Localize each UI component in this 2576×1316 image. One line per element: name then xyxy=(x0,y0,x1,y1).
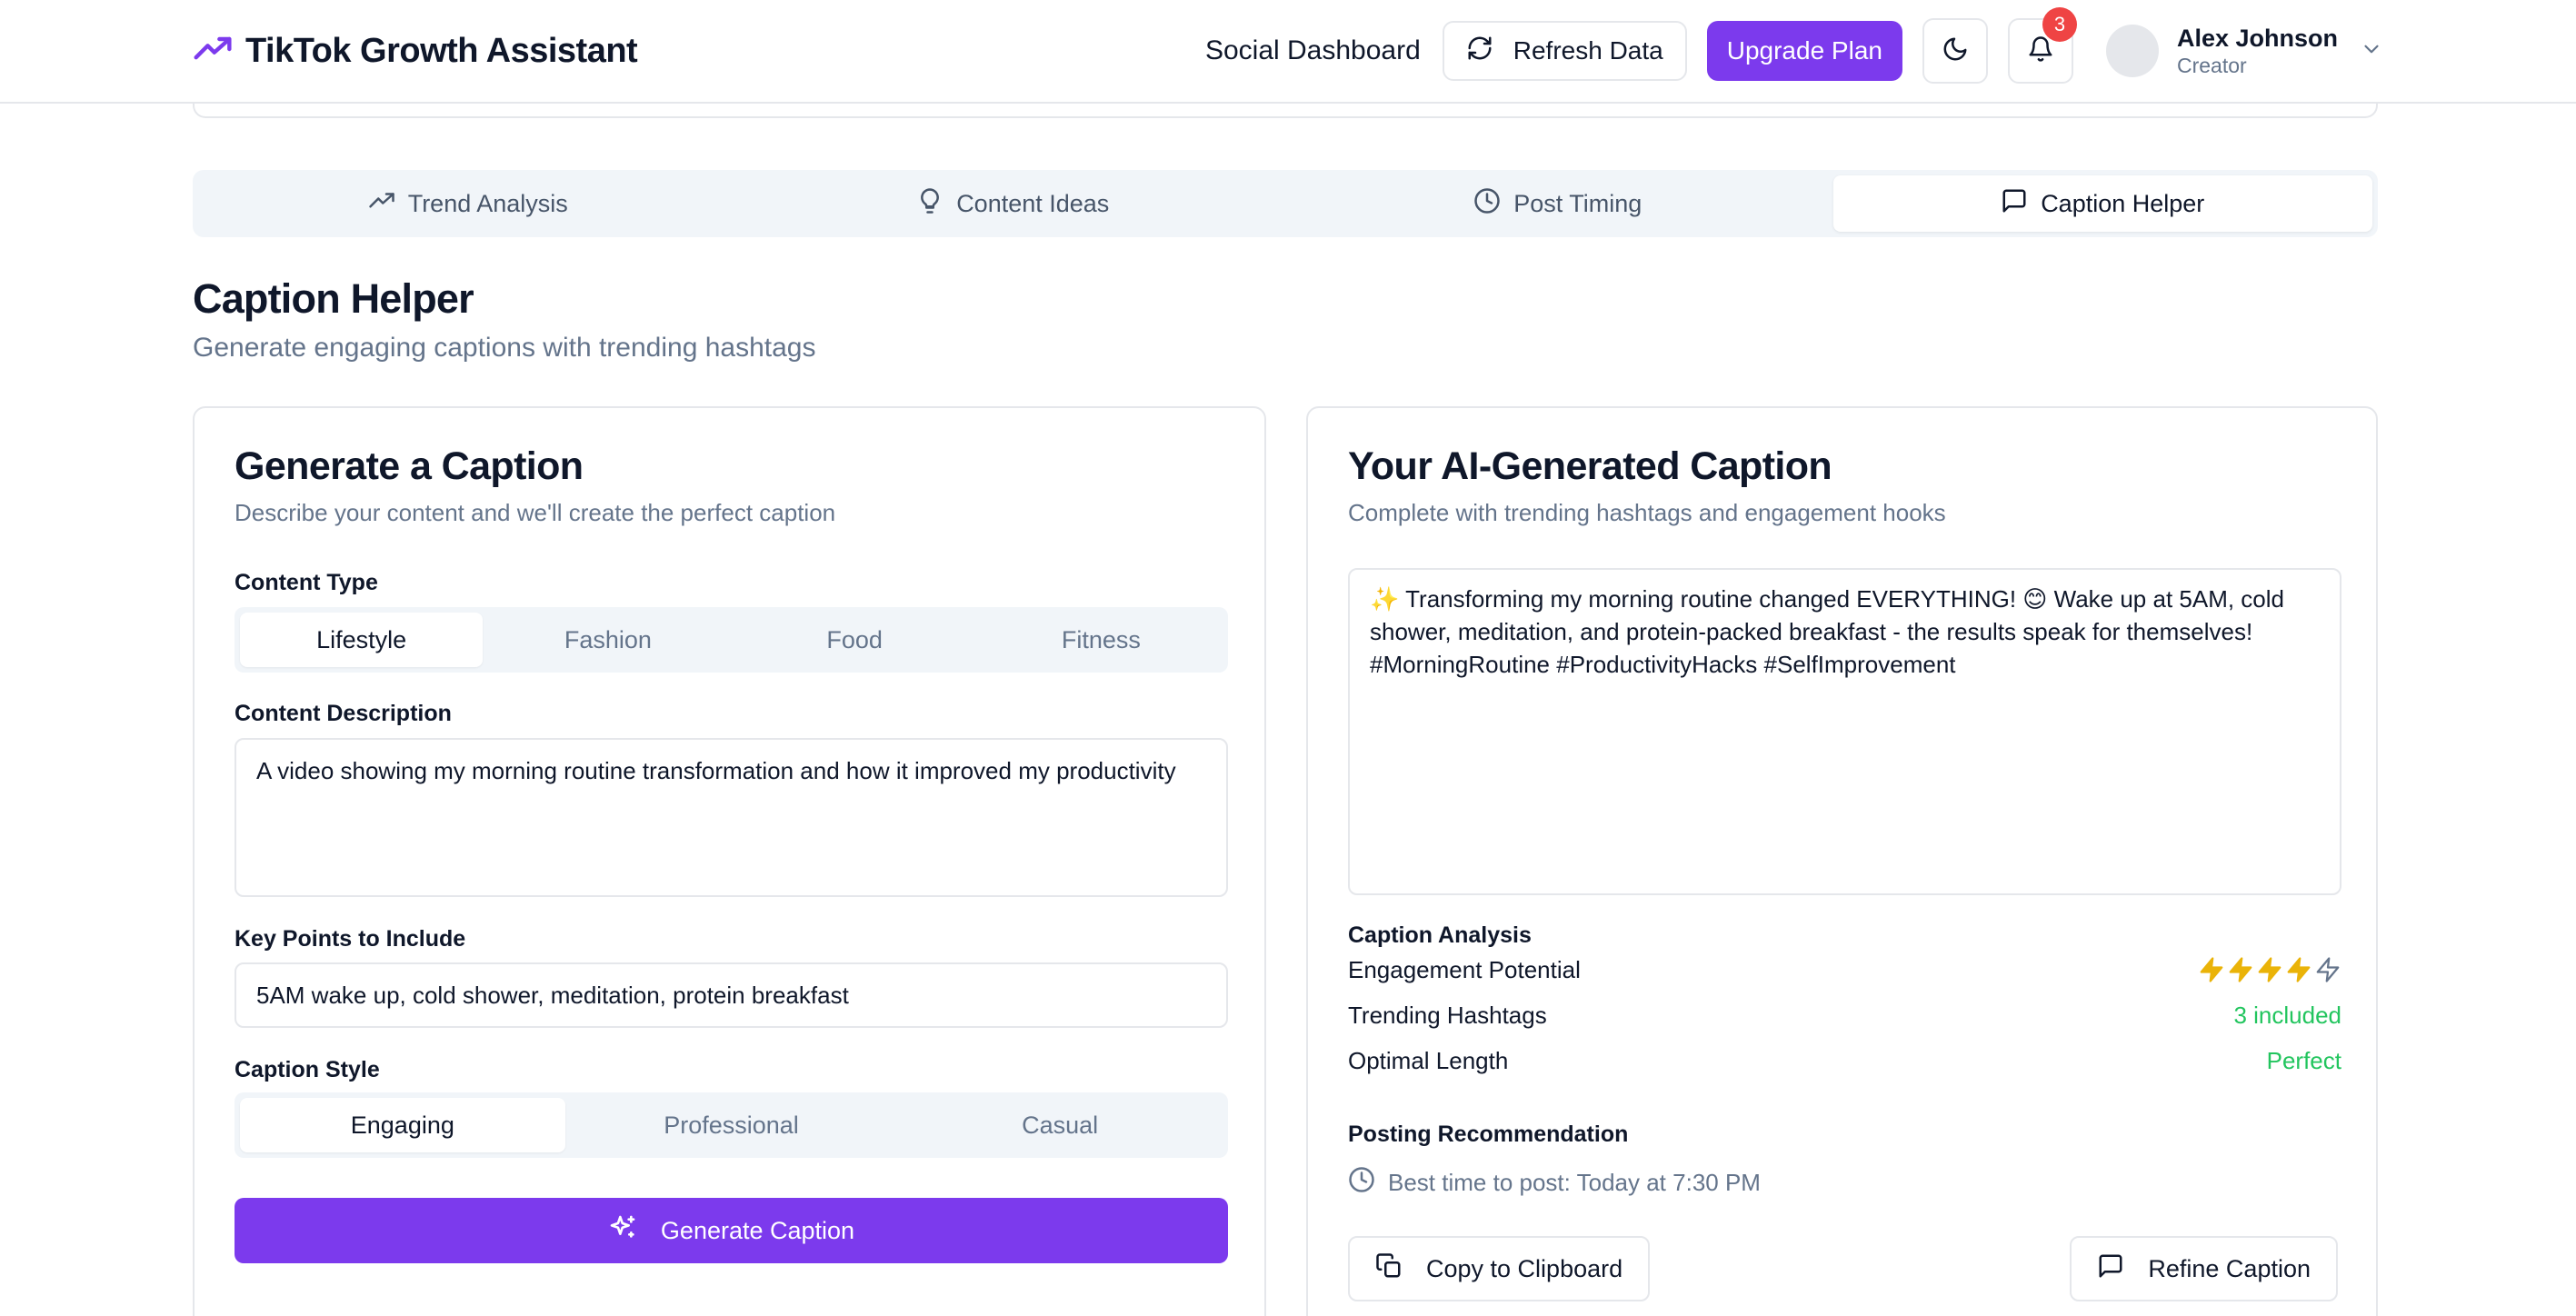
content-type-selector: Lifestyle Fashion Food Fitness xyxy=(235,607,1228,673)
notification-count-badge: 3 xyxy=(2042,7,2077,42)
message-square-icon xyxy=(2001,187,2028,221)
generate-caption-card: Generate a Caption Describe your content… xyxy=(193,406,1266,1316)
trending-up-icon xyxy=(193,29,233,74)
user-role: Creator xyxy=(2176,54,2247,77)
zap-filled-icon xyxy=(2287,957,2311,982)
lightbulb-icon xyxy=(916,187,944,221)
brand[interactable]: TikTok Growth Assistant xyxy=(193,29,638,74)
engagement-label: Engagement Potential xyxy=(1348,955,1581,983)
refresh-icon xyxy=(1466,35,1493,68)
clock-icon xyxy=(1473,187,1501,221)
header-actions: Social Dashboard Refresh Data Upgrade Pl… xyxy=(1205,7,2383,84)
feature-tabs: Trend Analysis Content Ideas Post Timing xyxy=(193,170,2378,237)
tab-caption-helper[interactable]: Caption Helper xyxy=(1832,175,2372,232)
tab-label: Caption Helper xyxy=(2041,189,2205,217)
page-subtitle: Generate engaging captions with trending… xyxy=(193,333,816,363)
bell-icon xyxy=(2027,35,2054,67)
message-square-icon xyxy=(2097,1252,2124,1286)
tab-label: Post Timing xyxy=(1513,189,1642,217)
app-title: TikTok Growth Assistant xyxy=(245,31,638,70)
content-type-fitness[interactable]: Fitness xyxy=(980,613,1223,667)
refine-caption-button[interactable]: Refine Caption xyxy=(2070,1236,2338,1301)
zap-empty-icon xyxy=(2316,957,2340,982)
top-header: TikTok Growth Assistant Social Dashboard… xyxy=(0,0,2576,104)
trending-up-icon xyxy=(368,187,395,221)
card-subtitle: Complete with trending hashtags and enga… xyxy=(1348,499,1946,526)
content-description-textarea[interactable]: A video showing my morning routine trans… xyxy=(235,738,1228,897)
length-row: Optimal Length Perfect xyxy=(1348,1042,2341,1079)
caption-analysis-label: Caption Analysis xyxy=(1348,922,1532,948)
length-value: Perfect xyxy=(2266,1046,2341,1074)
notifications-button[interactable]: 3 xyxy=(2007,7,2077,84)
length-label: Optimal Length xyxy=(1348,1046,1509,1074)
copy-to-clipboard-label: Copy to Clipboard xyxy=(1426,1254,1623,1282)
caption-style-casual[interactable]: Casual xyxy=(897,1098,1223,1152)
moon-icon xyxy=(1942,35,1969,67)
generate-caption-button[interactable]: Generate Caption xyxy=(235,1198,1228,1263)
engagement-rating xyxy=(2198,956,2341,983)
user-info: Alex Johnson Creator xyxy=(2177,24,2338,78)
tab-label: Trend Analysis xyxy=(407,189,568,217)
content-description-label: Content Description xyxy=(235,701,452,726)
zap-filled-icon xyxy=(2258,957,2281,982)
refresh-data-button[interactable]: Refresh Data xyxy=(1442,21,1687,81)
caption-style-engaging[interactable]: Engaging xyxy=(240,1098,565,1152)
card-title: Your AI-Generated Caption xyxy=(1348,444,1832,488)
posting-recommendation: Best time to post: Today at 7:30 PM xyxy=(1348,1166,1761,1200)
caption-style-selector: Engaging Professional Casual xyxy=(235,1092,1228,1158)
tab-content-ideas[interactable]: Content Ideas xyxy=(744,175,1283,232)
content-type-label: Content Type xyxy=(235,570,378,595)
generate-caption-label: Generate Caption xyxy=(660,1216,855,1244)
theme-toggle-button[interactable] xyxy=(1922,18,1988,84)
ai-caption-card: Your AI-Generated Caption Complete with … xyxy=(1306,406,2378,1316)
upgrade-plan-button[interactable]: Upgrade Plan xyxy=(1706,21,1902,81)
tab-post-timing[interactable]: Post Timing xyxy=(1288,175,1828,232)
hashtags-row: Trending Hashtags 3 included xyxy=(1348,997,2341,1033)
copy-to-clipboard-button[interactable]: Copy to Clipboard xyxy=(1348,1236,1651,1301)
content-type-food[interactable]: Food xyxy=(734,613,976,667)
generated-caption-textarea[interactable]: ✨ Transforming my morning routine change… xyxy=(1348,568,2341,895)
tab-trend-analysis[interactable]: Trend Analysis xyxy=(198,175,738,232)
posting-recommendation-label: Posting Recommendation xyxy=(1348,1122,1629,1147)
app-root: TikTok Growth Assistant Social Dashboard… xyxy=(0,0,2576,1316)
posting-recommendation-text: Best time to post: Today at 7:30 PM xyxy=(1388,1169,1761,1196)
copy-icon xyxy=(1375,1252,1403,1286)
zap-filled-icon xyxy=(2229,957,2252,982)
avatar xyxy=(2105,25,2159,77)
refresh-data-label: Refresh Data xyxy=(1513,36,1663,65)
content-type-lifestyle[interactable]: Lifestyle xyxy=(240,613,484,667)
user-name: Alex Johnson xyxy=(2176,25,2338,52)
tab-label: Content Ideas xyxy=(956,189,1110,217)
caption-style-professional[interactable]: Professional xyxy=(569,1098,894,1152)
content-type-fashion[interactable]: Fashion xyxy=(486,613,729,667)
card-title: Generate a Caption xyxy=(235,444,584,488)
sparkles-icon xyxy=(608,1213,637,1249)
key-points-label: Key Points to Include xyxy=(235,926,466,952)
zap-filled-icon xyxy=(2200,957,2223,982)
page-title: Caption Helper xyxy=(193,275,474,322)
engagement-row: Engagement Potential xyxy=(1348,952,2341,988)
hashtags-value: 3 included xyxy=(2233,1001,2341,1029)
chevron-down-icon xyxy=(2356,37,2383,65)
caption-style-label: Caption Style xyxy=(235,1057,380,1082)
clock-icon xyxy=(1348,1166,1375,1200)
key-points-input[interactable]: 5AM wake up, cold shower, meditation, pr… xyxy=(235,962,1228,1028)
social-dashboard-link[interactable]: Social Dashboard xyxy=(1205,35,1421,66)
hashtags-label: Trending Hashtags xyxy=(1348,1001,1547,1029)
user-menu[interactable]: Alex Johnson Creator xyxy=(2105,24,2383,78)
card-subtitle: Describe your content and we'll create t… xyxy=(235,499,836,526)
refine-caption-label: Refine Caption xyxy=(2148,1254,2311,1282)
